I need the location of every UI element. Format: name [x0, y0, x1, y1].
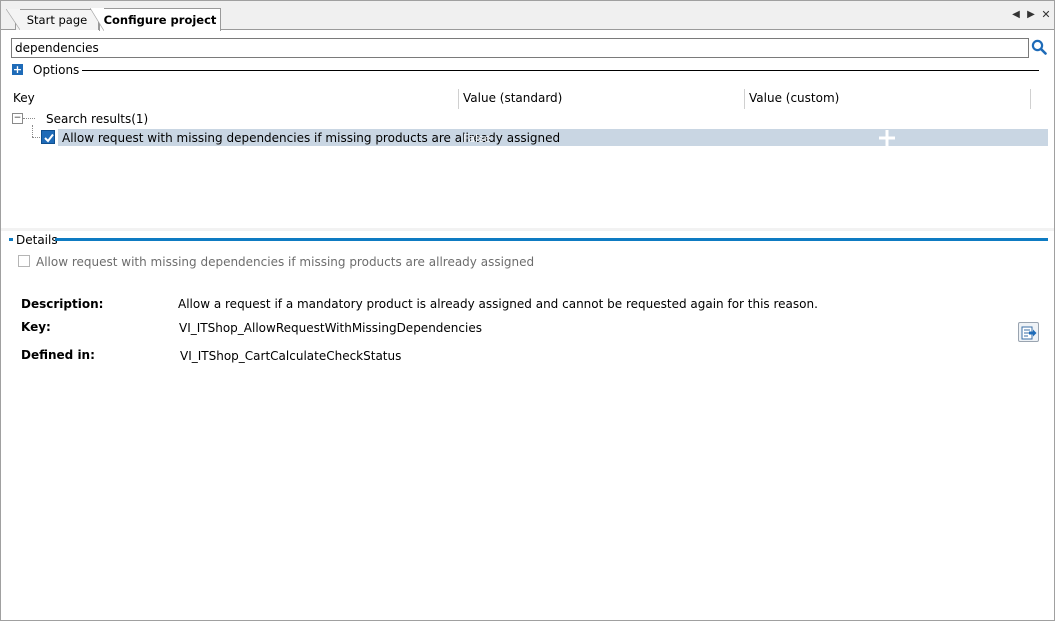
- details-checkbox-label: Allow request with missing dependencies …: [36, 255, 535, 269]
- description-value: Allow a request if a mandatory product i…: [178, 297, 818, 311]
- description-label: Description:: [21, 297, 104, 311]
- tree-connector: [32, 137, 40, 138]
- tab-configure-project[interactable]: Configure project: [90, 8, 221, 31]
- scroll-tabs-left-icon[interactable]: ◀: [1010, 9, 1022, 20]
- add-custom-value-icon[interactable]: [879, 130, 895, 146]
- column-separator[interactable]: [744, 89, 745, 109]
- grid-header: Key Value (standard) Value (custom): [1, 89, 1054, 109]
- key-value: VI_ITShop_AllowRequestWithMissingDepende…: [179, 321, 482, 335]
- defined-in-label: Defined in:: [21, 348, 95, 362]
- column-separator[interactable]: [458, 89, 459, 109]
- export-icon: [1021, 326, 1037, 340]
- row-standard-value-cell[interactable]: False: [463, 132, 491, 145]
- search-input[interactable]: dependencies: [11, 38, 1029, 58]
- search-icon[interactable]: [1031, 39, 1047, 55]
- close-tab-icon[interactable]: ✕: [1040, 8, 1052, 21]
- tree-connector: [23, 118, 35, 119]
- column-standard-header[interactable]: Value (standard): [463, 91, 562, 105]
- tab-start-page[interactable]: Start page: [6, 9, 99, 30]
- column-separator[interactable]: [1030, 89, 1031, 109]
- configure-project-window: Start page Configure project ◀ ▶ ✕ depen…: [0, 0, 1055, 621]
- splitter[interactable]: [1, 228, 1054, 231]
- tree-connector: [32, 125, 33, 137]
- defined-in-value: VI_ITShop_CartCalculateCheckStatus: [180, 349, 402, 363]
- collapse-group-icon[interactable]: −: [12, 113, 23, 124]
- options-label[interactable]: Options: [33, 63, 79, 77]
- details-title: Details: [16, 233, 58, 247]
- options-divider: [82, 70, 1039, 71]
- column-custom-header[interactable]: Value (custom): [749, 91, 839, 105]
- column-key-header[interactable]: Key: [13, 91, 35, 105]
- expand-options-icon[interactable]: +: [12, 64, 23, 75]
- details-checkbox: [18, 255, 30, 267]
- row-checkbox[interactable]: [41, 130, 55, 144]
- scroll-tabs-right-icon[interactable]: ▶: [1025, 9, 1037, 20]
- details-header-accent: [9, 238, 13, 241]
- tab-strip: Start page Configure project ◀ ▶ ✕: [1, 1, 1054, 31]
- search-results-group[interactable]: Search results(1): [46, 112, 148, 126]
- export-button[interactable]: [1018, 322, 1039, 342]
- key-label: Key:: [21, 320, 51, 334]
- details-divider: [55, 238, 1048, 241]
